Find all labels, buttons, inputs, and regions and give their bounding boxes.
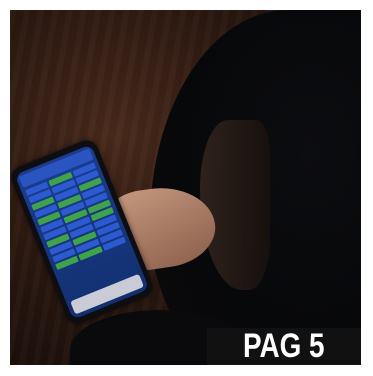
page-badge-label: PAG 5 (243, 327, 325, 365)
photo (10, 10, 361, 365)
page-badge: PAG 5 (207, 327, 361, 365)
